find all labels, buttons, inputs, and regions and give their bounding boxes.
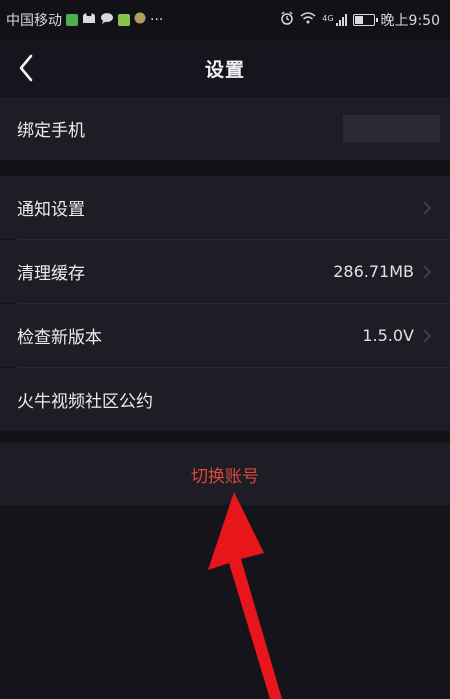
annotation-arrow-icon bbox=[208, 492, 282, 699]
